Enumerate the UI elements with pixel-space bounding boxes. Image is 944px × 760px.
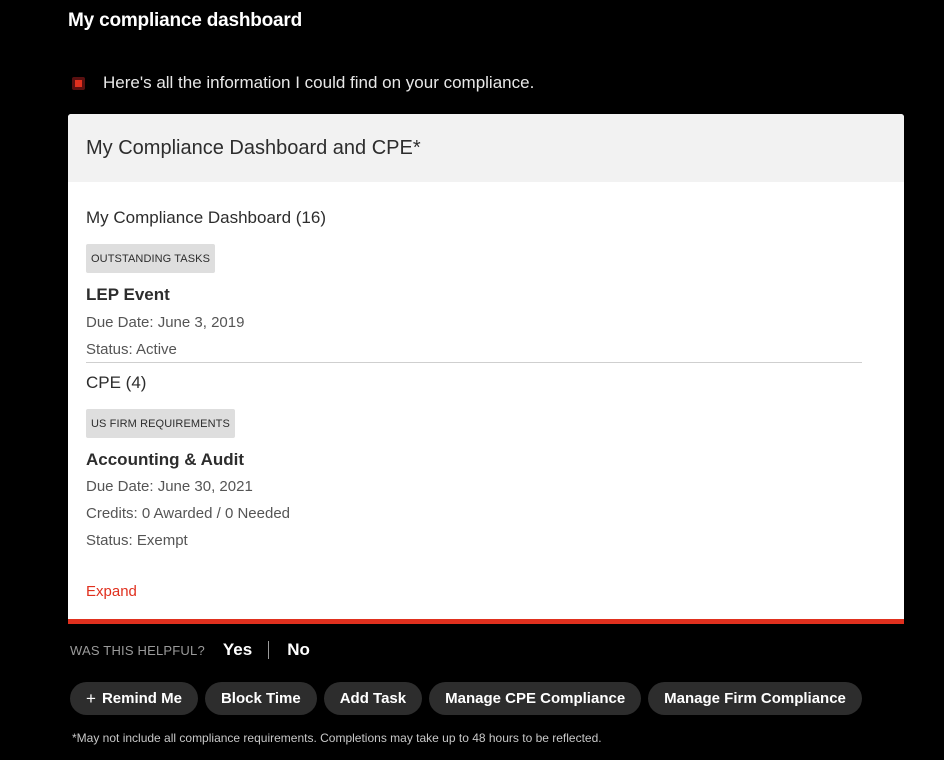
compliance-card: My Compliance Dashboard and CPE* My Comp… bbox=[68, 114, 904, 624]
bot-message-text: Here's all the information I could find … bbox=[103, 73, 535, 92]
page-title: My compliance dashboard bbox=[68, 10, 303, 31]
cpe-section-heading: CPE (4) bbox=[86, 373, 147, 392]
footnote: *May not include all compliance requirem… bbox=[72, 731, 602, 745]
cpe-item-title: Accounting & Audit bbox=[86, 450, 245, 469]
us-firm-requirements-tag: US FIRM REQUIREMENTS bbox=[86, 409, 235, 438]
card-header: My Compliance Dashboard and CPE* bbox=[68, 114, 904, 182]
feedback-label: WAS THIS HELPFUL? bbox=[70, 642, 205, 658]
outstanding-tasks-tag: OUTSTANDING TASKS bbox=[86, 244, 216, 273]
cpe-due-date: Due Date: June 30, 2021 bbox=[86, 478, 253, 495]
section-divider bbox=[86, 362, 862, 363]
task-due-date: Due Date: June 3, 2019 bbox=[86, 314, 245, 331]
yes-button[interactable]: Yes bbox=[223, 640, 252, 660]
remind-me-label: Remind Me bbox=[101, 690, 182, 707]
manage-cpe-compliance-button[interactable]: Manage CPE Compliance bbox=[429, 682, 642, 715]
manage-firm-compliance-button[interactable]: Manage Firm Compliance bbox=[648, 682, 862, 715]
card-accent-bar bbox=[68, 619, 904, 624]
cpe-credits: Credits: 0 Awarded / 0 Needed bbox=[86, 505, 291, 522]
remind-me-button[interactable]: + Remind Me bbox=[70, 682, 198, 715]
plus-icon: + bbox=[86, 688, 96, 708]
task-status: Status: Active bbox=[86, 341, 177, 358]
no-button[interactable]: No bbox=[287, 640, 310, 660]
block-time-button[interactable]: Block Time bbox=[204, 682, 317, 715]
task-title: LEP Event bbox=[86, 285, 170, 304]
bot-avatar-icon bbox=[72, 76, 85, 90]
action-buttons: + Remind Me Block Time Add Task Manage C… bbox=[70, 682, 862, 715]
bot-message: Here's all the information I could find … bbox=[72, 73, 534, 93]
add-task-button[interactable]: Add Task bbox=[323, 682, 423, 715]
cpe-status: Status: Exempt bbox=[86, 532, 188, 549]
expand-link[interactable]: Expand bbox=[86, 583, 137, 600]
feedback-row: WAS THIS HELPFUL? Yes No bbox=[70, 640, 310, 660]
feedback-divider bbox=[268, 641, 270, 659]
dashboard-section-heading: My Compliance Dashboard (16) bbox=[86, 208, 326, 227]
card-title: My Compliance Dashboard and CPE* bbox=[86, 136, 421, 159]
